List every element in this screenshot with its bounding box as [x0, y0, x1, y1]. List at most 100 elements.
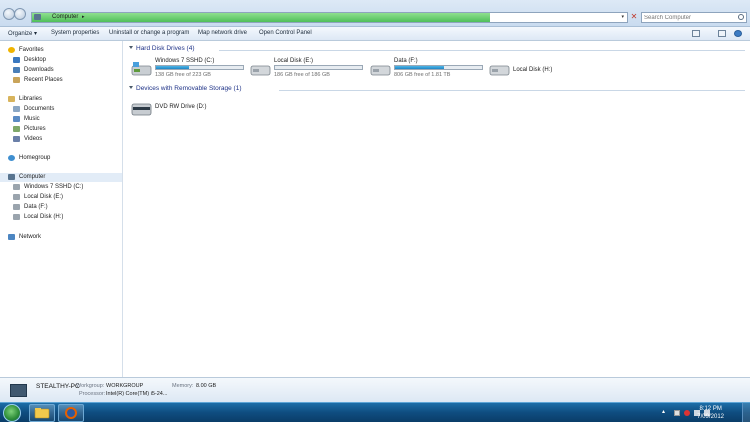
details-pane: STEALTHY-PC Workgroup: WORKGROUP Memory:…	[0, 377, 750, 402]
downloads-icon	[13, 67, 20, 73]
computer-icon	[34, 14, 41, 20]
nav-homegroup[interactable]: Homegroup	[0, 154, 122, 163]
memory-label: Memory:	[172, 383, 194, 389]
drive-e-usage-bar	[274, 65, 363, 70]
nav-recent-places[interactable]: Recent Places	[0, 76, 122, 85]
drive-f[interactable]: Data (F:) 806 GB free of 1.81 TB	[370, 58, 490, 80]
clock-date: 7/09/2012	[697, 414, 724, 420]
nav-network-label: Network	[19, 234, 42, 240]
clock[interactable]: 8:12 PM 7/09/2012	[697, 405, 724, 421]
drive-e[interactable]: Local Disk (E:) 186 GB free of 186 GB	[250, 58, 370, 80]
map-network-drive-button[interactable]: Map network drive	[198, 30, 247, 36]
nav-drive-c[interactable]: Windows 7 SSHD (C:)	[0, 183, 122, 192]
nav-computer[interactable]: Computer	[0, 173, 122, 182]
system-properties-button[interactable]: System properties	[51, 30, 99, 36]
hard-disk-drives-header[interactable]: Hard Disk Drives (4)	[129, 45, 195, 54]
star-icon	[8, 47, 15, 53]
forward-button[interactable]	[14, 8, 26, 20]
content-area: Hard Disk Drives (4) Windows 7 SSHD (C:)…	[124, 41, 750, 377]
firefox-taskbar-button[interactable]	[58, 404, 84, 422]
security-alert-icon[interactable]	[684, 410, 690, 416]
nav-documents-label: Documents	[24, 106, 55, 112]
preview-pane-icon[interactable]	[718, 30, 726, 37]
homegroup-icon	[8, 155, 15, 161]
drive-c-usage-fill	[156, 66, 190, 69]
nav-pictures[interactable]: Pictures	[0, 125, 122, 134]
processor-label: Processor:	[79, 391, 106, 397]
music-icon	[13, 116, 20, 122]
navigation-pane: Favorites Desktop Downloads Recent Place…	[0, 41, 123, 377]
drive-f-usage-bar	[394, 65, 483, 70]
nav-recent-places-label: Recent Places	[24, 77, 63, 83]
change-view-icon[interactable]	[692, 30, 700, 37]
address-dropdown-icon[interactable]: ▾	[621, 14, 624, 20]
workgroup-label: Workgroup:	[76, 383, 105, 389]
documents-icon	[13, 106, 20, 112]
nav-drive-c-label: Windows 7 SSHD (C:)	[24, 184, 84, 190]
processor-value: Intel(R) Core(TM) i5-24...	[106, 391, 168, 397]
stop-icon[interactable]: ✕	[629, 12, 639, 23]
removable-storage-header[interactable]: Devices with Removable Storage (1)	[129, 85, 242, 94]
hard-drive-icon	[13, 184, 20, 190]
drive-f-usage-fill	[395, 66, 444, 69]
hard-drive-icon	[370, 65, 391, 76]
nav-drive-e-label: Local Disk (E:)	[24, 194, 64, 200]
drive-h-name: Local Disk (H:)	[513, 67, 553, 73]
open-control-panel-button[interactable]: Open Control Panel	[259, 30, 312, 36]
explorer-taskbar-button[interactable]	[29, 404, 55, 422]
hard-drive-icon	[13, 194, 20, 200]
breadcrumb-arrow-icon[interactable]: ▸	[82, 14, 85, 20]
hard-drive-icon	[489, 65, 510, 76]
nav-libraries[interactable]: Libraries	[0, 95, 122, 104]
drive-h[interactable]: Local Disk (H:)	[489, 58, 609, 80]
libraries-icon	[8, 96, 15, 102]
nav-drive-h[interactable]: Local Disk (H:)	[0, 213, 122, 222]
group-divider	[219, 50, 745, 51]
nav-drive-f[interactable]: Data (F:)	[0, 203, 122, 212]
drive-c-name: Windows 7 SSHD (C:)	[155, 58, 215, 64]
nav-videos[interactable]: Videos	[0, 135, 122, 144]
show-hidden-icons-icon[interactable]: ▴	[662, 408, 668, 415]
nav-drive-e[interactable]: Local Disk (E:)	[0, 193, 122, 202]
nav-network[interactable]: Network	[0, 233, 122, 242]
title-address-bar: Computer ▸ ▾ ✕	[0, 0, 750, 27]
nav-favorites-label: Favorites	[19, 47, 44, 53]
show-desktop-button[interactable]	[742, 403, 750, 422]
help-icon[interactable]	[734, 30, 742, 37]
address-bar[interactable]: Computer ▸ ▾	[31, 12, 628, 23]
nav-pictures-label: Pictures	[24, 126, 46, 132]
computer-name: STEALTHY-PC	[36, 383, 80, 390]
taskbar: ▴ 8:12 PM 7/09/2012	[0, 402, 750, 422]
dvd-drive[interactable]: DVD RW Drive (D:)	[131, 98, 251, 120]
nav-favorites[interactable]: Favorites	[0, 46, 122, 55]
firefox-icon	[65, 407, 77, 419]
action-center-flag-icon[interactable]	[674, 410, 680, 416]
uninstall-program-button[interactable]: Uninstall or change a program	[109, 30, 189, 36]
drive-c-usage-bar	[155, 65, 244, 70]
drive-f-free: 806 GB free of 1.81 TB	[394, 72, 451, 78]
search-icon[interactable]	[738, 14, 744, 20]
nav-desktop[interactable]: Desktop	[0, 56, 122, 65]
search-box[interactable]	[641, 12, 747, 23]
nav-downloads[interactable]: Downloads	[0, 66, 122, 75]
workgroup-value: WORKGROUP	[106, 383, 144, 389]
memory-value: 8.00 GB	[196, 383, 217, 389]
collapse-arrow-icon[interactable]	[129, 86, 133, 89]
search-input[interactable]	[644, 13, 734, 22]
network-icon	[8, 234, 15, 240]
removable-storage-title: Devices with Removable Storage (1)	[136, 85, 242, 92]
hard-drive-icon	[13, 204, 20, 210]
breadcrumb-computer[interactable]: Computer	[52, 14, 78, 20]
nav-music[interactable]: Music	[0, 115, 122, 124]
start-button[interactable]	[3, 404, 21, 422]
dvd-drive-icon	[131, 103, 152, 116]
collapse-arrow-icon[interactable]	[129, 46, 133, 49]
nav-drive-f-label: Data (F:)	[24, 204, 48, 210]
nav-downloads-label: Downloads	[24, 67, 54, 73]
organize-button[interactable]: Organize ▾	[8, 30, 37, 37]
nav-drive-h-label: Local Disk (H:)	[24, 214, 64, 220]
nav-libraries-label: Libraries	[19, 96, 43, 102]
nav-documents[interactable]: Documents	[0, 105, 122, 114]
computer-icon	[8, 174, 15, 180]
drive-c[interactable]: Windows 7 SSHD (C:) 138 GB free of 223 G…	[131, 58, 251, 80]
